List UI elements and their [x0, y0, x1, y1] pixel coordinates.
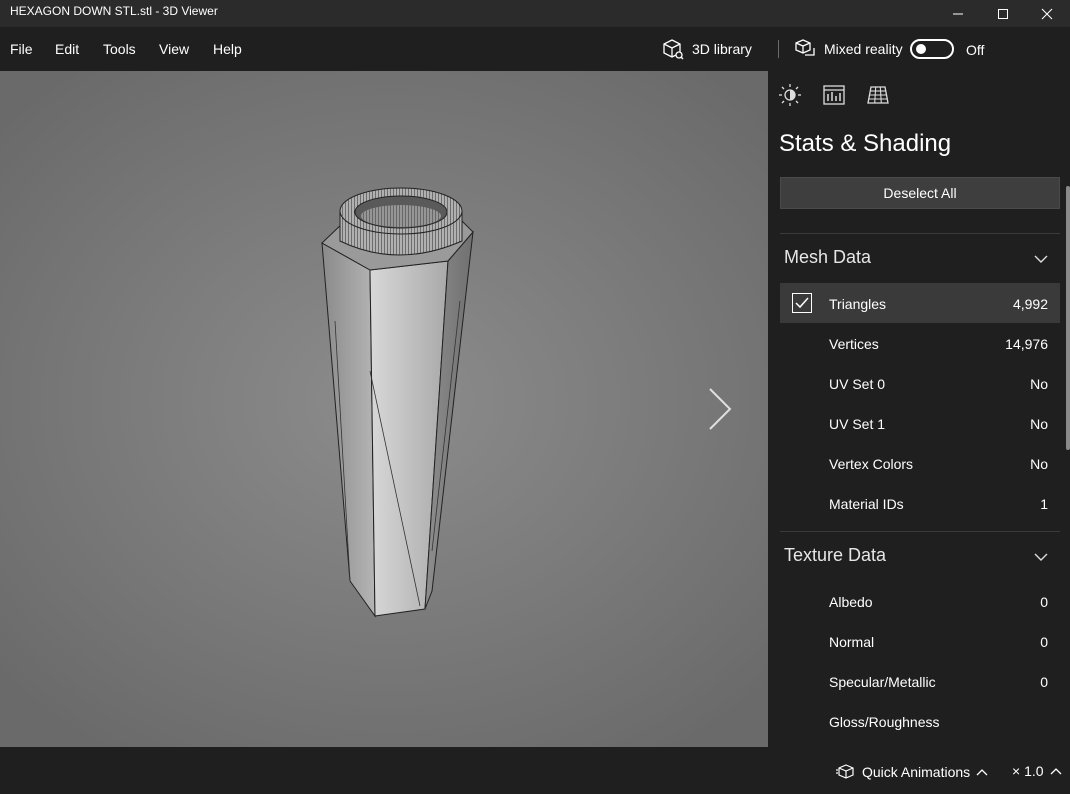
texture-row-gloss-roughness[interactable]: Gloss/Roughness: [780, 701, 1060, 741]
mesh-row-vertices[interactable]: Vertices 14,976: [780, 323, 1060, 363]
row-value: 14,976: [1005, 336, 1048, 352]
row-value: 4,992: [1012, 296, 1048, 312]
chevron-right-icon: [709, 388, 732, 430]
maximize-icon: [998, 8, 1008, 19]
quick-animations-label: Quick Animations: [862, 764, 971, 780]
section-divider: [780, 233, 1060, 234]
mesh-row-triangles[interactable]: Triangles 4,992: [780, 283, 1060, 323]
row-value: No: [1030, 376, 1048, 392]
row-value: 0: [1040, 594, 1048, 610]
animation-cube-icon: [836, 764, 854, 779]
row-label: Specular/Metallic: [829, 674, 936, 690]
mixed-reality-state: Off: [966, 42, 985, 58]
3d-model[interactable]: [0, 71, 768, 747]
tab-grid[interactable]: [866, 83, 890, 107]
menu-view[interactable]: View: [159, 41, 189, 57]
stats-icon: [823, 85, 845, 105]
texture-row-specular-metallic[interactable]: Specular/Metallic 0: [780, 661, 1060, 701]
row-value: 0: [1040, 634, 1048, 650]
chevron-down-icon[interactable]: [1034, 552, 1048, 562]
stats-shading-panel: Stats & Shading Deselect All Mesh Data T…: [768, 71, 1070, 747]
menu-edit[interactable]: Edit: [55, 41, 79, 57]
row-value: 0: [1040, 674, 1048, 690]
panel-scrollbar[interactable]: [1066, 186, 1070, 450]
deselect-all-button[interactable]: Deselect All: [780, 177, 1060, 209]
row-label: UV Set 1: [829, 416, 886, 432]
close-icon: [1041, 8, 1053, 19]
checkmark-icon: [795, 297, 809, 309]
tab-stats[interactable]: [822, 83, 846, 107]
minimize-icon: [953, 13, 963, 14]
texture-data-header[interactable]: Texture Data: [784, 545, 886, 566]
mesh-row-uv-set-0[interactable]: UV Set 0 No: [780, 363, 1060, 403]
menu-help[interactable]: Help: [213, 41, 242, 57]
row-label: Vertex Colors: [829, 456, 914, 472]
row-label: Vertices: [829, 336, 879, 352]
menu-tools[interactable]: Tools: [103, 41, 136, 57]
close-button[interactable]: [1024, 0, 1070, 27]
bottom-bar: Quick Animations × 1.0: [0, 747, 1070, 794]
row-label: Gloss/Roughness: [829, 714, 940, 730]
row-label: Albedo: [829, 594, 873, 610]
row-label: UV Set 0: [829, 376, 886, 392]
section-divider: [780, 531, 1060, 532]
maximize-button[interactable]: [980, 0, 1026, 27]
tab-lighting[interactable]: [778, 83, 802, 107]
texture-row-normal[interactable]: Normal 0: [780, 621, 1060, 661]
row-value: No: [1030, 416, 1048, 432]
grid-icon: [867, 86, 889, 104]
title-bar: HEXAGON DOWN STL.stl - 3D Viewer: [0, 0, 1070, 27]
3d-library-button[interactable]: 3D library: [662, 37, 752, 61]
mixed-reality-icon: [795, 39, 815, 56]
next-model-button[interactable]: [704, 387, 734, 431]
row-label: Triangles: [829, 296, 887, 312]
speed-label: × 1.0: [1012, 763, 1044, 779]
3d-library-label: 3D library: [692, 41, 752, 57]
lighting-icon: [779, 84, 801, 106]
animation-speed-button[interactable]: × 1.0: [1012, 763, 1062, 779]
mesh-data-header[interactable]: Mesh Data: [784, 247, 871, 268]
row-label: Material IDs: [829, 496, 904, 512]
menu-bar: File Edit Tools View Help 3D library Mix…: [0, 27, 1070, 71]
texture-row-albedo[interactable]: Albedo 0: [780, 581, 1060, 621]
row-value: 1: [1040, 496, 1048, 512]
window-title: HEXAGON DOWN STL.stl - 3D Viewer: [10, 4, 218, 18]
panel-title: Stats & Shading: [779, 130, 952, 157]
library-cube-icon: [663, 39, 684, 60]
chevron-up-icon: [1050, 768, 1061, 775]
triangles-checkbox[interactable]: [792, 293, 812, 313]
mesh-row-vertex-colors[interactable]: Vertex Colors No: [780, 443, 1060, 483]
quick-animations-button[interactable]: Quick Animations: [836, 763, 988, 781]
row-value: No: [1030, 456, 1048, 472]
mixed-reality-button[interactable]: Mixed reality: [794, 37, 903, 61]
mixed-reality-toggle[interactable]: [910, 39, 954, 59]
menu-separator: [778, 40, 779, 58]
mesh-row-material-ids[interactable]: Material IDs 1: [780, 483, 1060, 523]
chevron-up-icon: [976, 769, 988, 776]
toggle-knob: [916, 44, 926, 54]
mixed-reality-label: Mixed reality: [824, 41, 903, 57]
row-label: Normal: [829, 634, 875, 650]
menu-file[interactable]: File: [10, 41, 33, 57]
chevron-down-icon[interactable]: [1034, 254, 1048, 264]
mesh-row-uv-set-1[interactable]: UV Set 1 No: [780, 403, 1060, 443]
3d-viewport[interactable]: [0, 71, 768, 747]
minimize-button[interactable]: [935, 0, 981, 27]
